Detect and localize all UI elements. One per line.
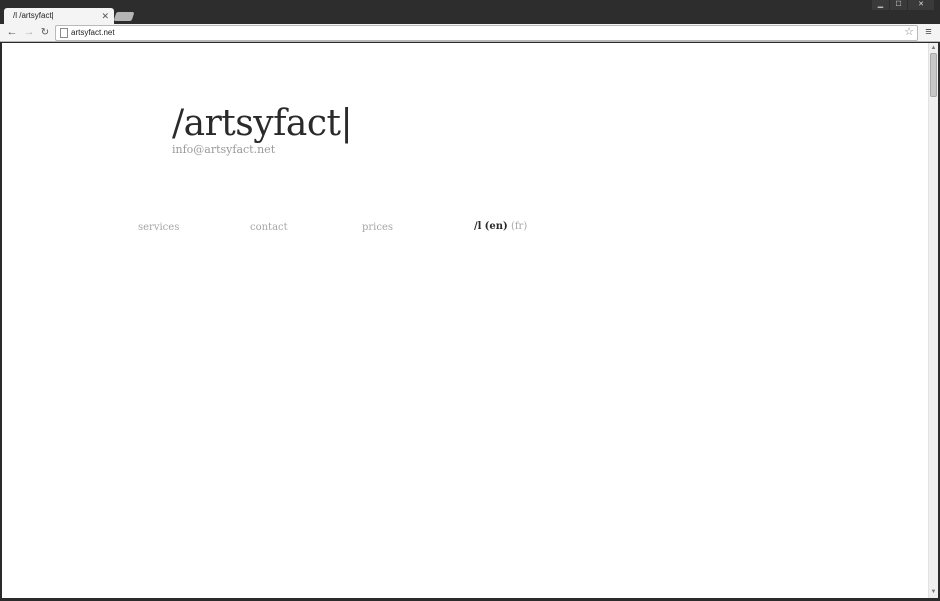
browser-tab[interactable]: /l /artsyfact| ✕: [4, 8, 114, 25]
close-window-icon[interactable]: ✕: [908, 0, 934, 10]
language-fr-link[interactable]: (fr): [511, 221, 527, 232]
contact-email[interactable]: info@artsyfact.net: [172, 143, 275, 156]
language-en-link[interactable]: (en): [485, 221, 508, 232]
new-tab-button[interactable]: [113, 12, 135, 21]
scrollbar-thumb[interactable]: [930, 53, 937, 97]
language-marker: /l: [474, 221, 482, 232]
window-titlebar: /l /artsyfact| ✕ ▁ ☐ ✕: [0, 0, 940, 25]
address-bar[interactable]: artsyfact.net ☆: [55, 25, 918, 41]
tab-close-icon[interactable]: ✕: [101, 8, 109, 24]
maximize-icon[interactable]: ☐: [890, 0, 907, 10]
scroll-up-arrow-icon[interactable]: ▲: [929, 44, 938, 53]
tab-title: /l /artsyfact|: [13, 11, 54, 20]
url-text[interactable]: artsyfact.net: [71, 26, 115, 40]
hamburger-menu-icon[interactable]: ≡: [922, 25, 935, 40]
window-controls: ▁ ☐ ✕: [871, 0, 934, 10]
vertical-scrollbar[interactable]: ▲ ▼: [928, 43, 938, 598]
browser-toolbar: ← → ↻ artsyfact.net ☆ ≡: [0, 24, 940, 42]
forward-arrow-icon[interactable]: →: [22, 25, 36, 40]
nav-link-prices[interactable]: prices: [362, 222, 393, 233]
nav-link-services[interactable]: services: [138, 222, 179, 233]
minimize-icon[interactable]: ▁: [872, 0, 889, 10]
page-icon: [60, 28, 68, 38]
page-viewport: /artsyfact| info@artsyfact.net services …: [2, 43, 928, 598]
scroll-down-arrow-icon[interactable]: ▼: [929, 588, 938, 597]
language-switcher: /l (en) (fr): [474, 221, 527, 232]
bookmark-star-icon[interactable]: ☆: [904, 25, 914, 38]
reload-icon[interactable]: ↻: [38, 25, 52, 40]
back-arrow-icon[interactable]: ←: [5, 25, 19, 40]
site-logo[interactable]: /artsyfact|: [172, 102, 353, 146]
nav-link-contact[interactable]: contact: [250, 222, 288, 233]
